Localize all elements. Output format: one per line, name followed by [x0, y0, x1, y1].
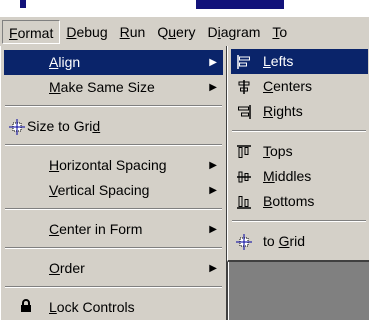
menu-item-align[interactable]: Align ▶	[4, 50, 223, 75]
menu-item-label: Make Same Size	[49, 79, 155, 95]
size-to-grid-icon	[9, 119, 25, 135]
submenu-item-label: Middles	[263, 168, 312, 184]
hotkey: H	[49, 157, 60, 173]
align-to-grid-icon	[236, 234, 252, 250]
menu-item-label: Horizontal Spacing	[49, 157, 167, 173]
menu-bar: Format Debug Run Query Diagram To	[0, 16, 369, 47]
hotkey: C	[263, 78, 274, 94]
align-tops-icon	[237, 145, 251, 158]
menu-label: D	[207, 24, 218, 40]
menu-label: un	[129, 24, 146, 40]
menu-item-label: Align	[49, 54, 81, 70]
menu-separator	[232, 130, 366, 132]
background-workspace	[229, 262, 369, 320]
submenu-item-centers[interactable]: Centers	[231, 74, 368, 99]
hotkey: L	[263, 53, 271, 69]
menu-item-label: Center in Form	[49, 221, 143, 237]
hotkey: R	[263, 103, 274, 119]
hotkey: D	[66, 24, 77, 40]
menu-item-label: Order	[49, 260, 85, 276]
lock-icon	[21, 299, 31, 312]
menu-separator	[5, 208, 222, 210]
submenu-arrow-icon: ▶	[209, 263, 217, 274]
submenu-item-label: to Grid	[263, 233, 306, 249]
submenu-item-to-grid[interactable]: to Grid	[231, 229, 368, 254]
hotkey: V	[49, 182, 58, 198]
menu-format[interactable]: Format	[2, 20, 61, 44]
submenu-item-label: Tops	[263, 143, 293, 159]
hotkey: A	[49, 54, 59, 70]
submenu-arrow-icon: ▶	[209, 224, 217, 235]
menu-separator	[5, 144, 222, 146]
menu-label: ery	[176, 24, 196, 40]
menu-item-vertical-spacing[interactable]: Vertical Spacing ▶	[4, 178, 223, 203]
menu-label: ormat	[17, 25, 54, 41]
menu-separator	[5, 247, 222, 249]
submenu-item-label: Bottoms	[263, 193, 315, 209]
format-menu: Align ▶ Make Same Size ▶ Size to Grid Ho…	[0, 46, 228, 320]
align-lefts-icon	[237, 55, 250, 69]
menu-item-order[interactable]: Order ▶	[4, 256, 223, 281]
title-fragment	[196, 0, 284, 9]
menu-label: agram	[220, 24, 261, 40]
hotkey: u	[168, 24, 177, 40]
submenu-item-label: Centers	[263, 78, 313, 94]
align-rights-icon	[238, 105, 251, 119]
menu-item-horizontal-spacing[interactable]: Horizontal Spacing ▶	[4, 153, 223, 178]
hotkey: M	[263, 168, 275, 184]
menu-item-make-same-size[interactable]: Make Same Size ▶	[4, 75, 223, 100]
hotkey: M	[49, 79, 61, 95]
menu-run[interactable]: Run	[114, 20, 152, 44]
menu-debug[interactable]: Debug	[60, 20, 113, 44]
hotkey: d	[92, 118, 101, 134]
menu-item-label: Vertical Spacing	[49, 182, 150, 198]
align-submenu: Lefts Centers Rights Tops Middles Bottom…	[227, 46, 369, 262]
menu-tools[interactable]: To	[266, 20, 293, 44]
hotkey: F	[9, 25, 18, 41]
submenu-item-rights[interactable]: Rights	[231, 99, 368, 124]
menu-item-lock-controls[interactable]: Lock Controls	[4, 295, 223, 320]
menu-query[interactable]: Query	[151, 20, 201, 44]
align-middles-icon	[237, 171, 251, 183]
hotkey: C	[49, 221, 60, 237]
menu-separator	[232, 220, 366, 222]
hotkey: G	[278, 233, 290, 249]
menu-item-size-to-grid[interactable]: Size to Grid	[4, 114, 223, 139]
hotkey: B	[263, 193, 273, 209]
menu-diagram[interactable]: Diagram	[201, 20, 266, 44]
submenu-arrow-icon: ▶	[209, 160, 217, 171]
menu-item-center-in-form[interactable]: Center in Form ▶	[4, 217, 223, 242]
submenu-item-label: Rights	[263, 103, 303, 119]
menu-item-label: Size to Grid	[27, 118, 101, 134]
submenu-arrow-icon: ▶	[209, 82, 217, 93]
submenu-item-lefts[interactable]: Lefts	[231, 49, 368, 74]
submenu-item-bottoms[interactable]: Bottoms	[231, 189, 368, 214]
hotkey: L	[49, 299, 57, 315]
menu-label: Q	[157, 24, 169, 40]
menu-label: o	[279, 24, 288, 40]
submenu-item-middles[interactable]: Middles	[231, 164, 368, 189]
submenu-item-label: Lefts	[263, 53, 294, 69]
menu-separator	[5, 105, 222, 107]
hotkey: O	[49, 260, 60, 276]
hotkey: T	[263, 143, 270, 159]
submenu-arrow-icon: ▶	[209, 185, 217, 196]
menu-separator	[5, 286, 222, 288]
align-bottoms-icon	[237, 196, 251, 209]
submenu-item-tops[interactable]: Tops	[231, 139, 368, 164]
submenu-arrow-icon: ▶	[209, 57, 217, 68]
align-centers-icon	[238, 80, 250, 94]
menu-item-label: Lock Controls	[49, 299, 135, 315]
menu-label: ebug	[76, 24, 108, 40]
window-top-strip	[0, 0, 369, 16]
title-fragment	[20, 0, 26, 8]
hotkey: R	[119, 24, 130, 40]
